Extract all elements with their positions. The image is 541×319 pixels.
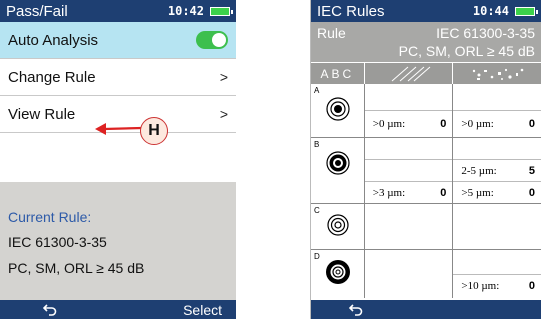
zone-c-icon — [327, 214, 349, 236]
limit-line — [364, 84, 453, 111]
zone-letter: C — [314, 206, 320, 215]
defect-column: 2-5 µm: 5 >5 µm: 0 — [453, 138, 541, 203]
zone-row-a: A >0 µm: 0 >0 µm: 0 — [311, 84, 541, 138]
limit-line — [453, 84, 541, 111]
current-rule-title: Current Rule: — [8, 209, 92, 225]
chevron-right-icon: > — [219, 106, 228, 122]
menu-item-change-rule[interactable]: Change Rule > — [0, 59, 236, 96]
defect-column: >10 µm: 0 — [453, 250, 541, 298]
zone-letter: D — [314, 252, 320, 261]
defect-column — [453, 204, 541, 249]
column-header: ABC — [311, 62, 541, 84]
allowed-count: 0 — [528, 280, 535, 293]
limit-line: >0 µm: 0 — [365, 111, 453, 137]
limit-line — [365, 250, 453, 298]
limit-line: >0 µm: 0 — [453, 111, 541, 137]
allowed-count: 0 — [528, 186, 535, 199]
zone-d-cell: D — [311, 250, 365, 298]
zone-letter: A — [314, 86, 320, 95]
scratch-icon — [365, 63, 454, 84]
size-range: >0 µm: — [372, 118, 406, 130]
chevron-right-icon: > — [219, 69, 228, 85]
auto-analysis-toggle[interactable] — [196, 31, 228, 49]
limit-line — [453, 250, 541, 275]
scratch-column — [365, 250, 454, 298]
limit-line: >5 µm: 0 — [453, 182, 541, 203]
back-arrow-icon[interactable] — [311, 303, 401, 316]
allowed-count: 0 — [440, 186, 447, 199]
pass-fail-screen: Pass/Fail 10:42 Auto Analysis Change Rul… — [0, 0, 236, 319]
zones-label: ABC — [311, 63, 365, 84]
status-bar: Pass/Fail 10:42 — [0, 0, 236, 22]
zone-row-b: B >3 µm: 0 2-5 µm: 5 >5 µm: 0 — [311, 138, 541, 204]
status-bar: IEC Rules 10:44 — [311, 0, 541, 22]
allowed-count: 0 — [440, 118, 447, 130]
limit-line — [364, 138, 453, 160]
limit-line — [365, 204, 453, 249]
screen-title: Pass/Fail — [6, 2, 68, 20]
rule-label: Rule — [317, 25, 346, 41]
zone-a-cell: A — [311, 84, 365, 137]
zone-row-d: D >10 µm: 0 — [311, 250, 541, 298]
current-rule-panel: Current Rule: IEC 61300-3-35 PC, SM, ORL… — [0, 182, 236, 300]
zone-d-icon — [326, 260, 350, 284]
battery-icon — [210, 6, 233, 16]
menu-item-auto-analysis[interactable]: Auto Analysis — [0, 22, 236, 59]
limit-line: 2-5 µm: 5 — [453, 160, 541, 182]
limit-line: >3 µm: 0 — [365, 182, 453, 203]
clock: 10:42 — [167, 4, 204, 18]
clock: 10:44 — [472, 4, 509, 18]
zone-b-icon — [326, 151, 350, 175]
menu-item-label: View Rule — [8, 105, 76, 123]
zone-row-c: C — [311, 204, 541, 250]
menu-item-label: Auto Analysis — [8, 31, 99, 49]
current-rule-standard: IEC 61300-3-35 — [8, 234, 107, 250]
select-button[interactable]: Select — [100, 302, 236, 318]
allowed-count: 0 — [528, 118, 535, 130]
limit-line — [364, 160, 453, 182]
battery-icon — [515, 6, 538, 16]
allowed-count: 5 — [528, 164, 535, 177]
bottom-bar: Select — [0, 300, 236, 319]
size-range: 2-5 µm: — [461, 164, 497, 177]
limit-line — [453, 204, 541, 249]
iec-rules-screen: IEC Rules 10:44 Rule IEC 61300-3-35 PC, … — [310, 0, 541, 319]
size-range: >3 µm: — [372, 186, 406, 199]
defect-column: >0 µm: 0 — [453, 84, 541, 137]
zone-a-icon — [326, 97, 350, 121]
back-arrow-icon[interactable] — [0, 303, 100, 316]
scratch-column: >3 µm: 0 — [364, 138, 454, 203]
zones-table: A >0 µm: 0 >0 µm: 0 B >3 µm: 0 2-5 µm: 5… — [311, 84, 541, 300]
size-range: >10 µm: — [461, 280, 500, 293]
rule-header: Rule IEC 61300-3-35 PC, SM, ORL ≥ 45 dB — [311, 22, 541, 62]
limit-line — [453, 138, 541, 160]
zone-c-cell: C — [311, 204, 365, 249]
menu-item-view-rule[interactable]: View Rule > — [0, 96, 236, 133]
size-range: >5 µm: — [461, 186, 494, 199]
bottom-bar — [311, 300, 541, 319]
scratch-column: >0 µm: 0 — [364, 84, 454, 137]
menu-list: Auto Analysis Change Rule > View Rule > — [0, 22, 236, 182]
zone-b-cell: B — [311, 138, 365, 203]
callout-badge: H — [140, 117, 168, 145]
rule-standard: IEC 61300-3-35 — [436, 25, 535, 41]
screen-title: IEC Rules — [317, 2, 385, 20]
defect-icon — [453, 63, 541, 84]
scratch-column — [365, 204, 454, 249]
size-range: >0 µm: — [461, 118, 494, 130]
rule-params: PC, SM, ORL ≥ 45 dB — [398, 43, 535, 59]
limit-line: >10 µm: 0 — [453, 275, 541, 299]
current-rule-params: PC, SM, ORL ≥ 45 dB — [8, 260, 145, 276]
menu-item-label: Change Rule — [8, 68, 96, 86]
zone-letter: B — [314, 140, 320, 149]
